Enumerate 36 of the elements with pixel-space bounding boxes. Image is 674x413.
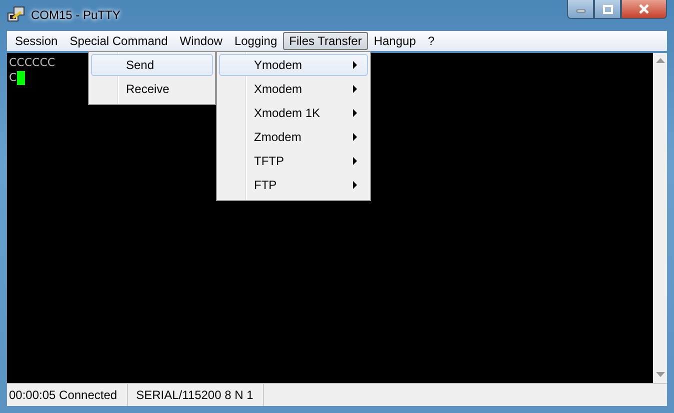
minimize-button[interactable] bbox=[567, 0, 594, 19]
submenu-arrow-icon bbox=[353, 85, 357, 93]
terminal-text: C bbox=[9, 70, 17, 85]
menu-item[interactable]: FTP bbox=[219, 174, 368, 196]
window-title: COM15 - PuTTY bbox=[31, 8, 120, 22]
submenu-arrow-icon bbox=[353, 133, 357, 141]
menu-item[interactable]: Files Transfer bbox=[283, 32, 368, 50]
terminal-text: CCCCCC bbox=[9, 55, 56, 70]
computer-icon bbox=[7, 6, 25, 24]
submenu-arrow-icon bbox=[353, 61, 357, 69]
scroll-up-icon[interactable] bbox=[656, 58, 664, 64]
menu-item[interactable]: Xmodem 1K bbox=[219, 102, 368, 124]
close-icon bbox=[638, 4, 650, 14]
menu-item[interactable]: Window bbox=[174, 32, 228, 50]
menu-item[interactable]: Special Command bbox=[64, 32, 174, 50]
menu-item[interactable]: TFTP bbox=[219, 150, 368, 172]
menu-item[interactable]: Logging bbox=[228, 32, 284, 50]
close-button[interactable] bbox=[621, 0, 667, 19]
submenu-arrow-icon bbox=[353, 157, 357, 165]
cursor bbox=[16, 70, 25, 84]
menu-item[interactable]: Hangup bbox=[368, 32, 422, 50]
status-field: SERIAL/115200 8 N 1 bbox=[134, 384, 264, 406]
maximize-icon bbox=[602, 4, 612, 14]
submenu-arrow-icon bbox=[353, 109, 357, 117]
scroll-down-icon[interactable] bbox=[656, 372, 664, 378]
menu-item[interactable]: ? bbox=[422, 32, 441, 50]
scrollbar[interactable] bbox=[653, 53, 667, 383]
status-field: 00:00:05 Connected bbox=[7, 384, 128, 406]
submenu-arrow-icon bbox=[353, 181, 357, 189]
maximize-button[interactable] bbox=[594, 0, 621, 19]
menu-item[interactable]: Send bbox=[91, 54, 213, 76]
menu-item[interactable]: Zmodem bbox=[219, 126, 368, 148]
menu-item[interactable]: Receive bbox=[91, 78, 213, 100]
menu-item[interactable]: Session bbox=[9, 32, 64, 50]
menu-item[interactable]: Ymodem bbox=[219, 54, 368, 76]
menu-item[interactable]: Xmodem bbox=[219, 78, 368, 100]
